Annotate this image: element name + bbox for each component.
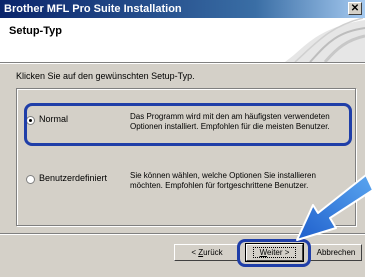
pointer-arrow-icon bbox=[296, 174, 373, 241]
